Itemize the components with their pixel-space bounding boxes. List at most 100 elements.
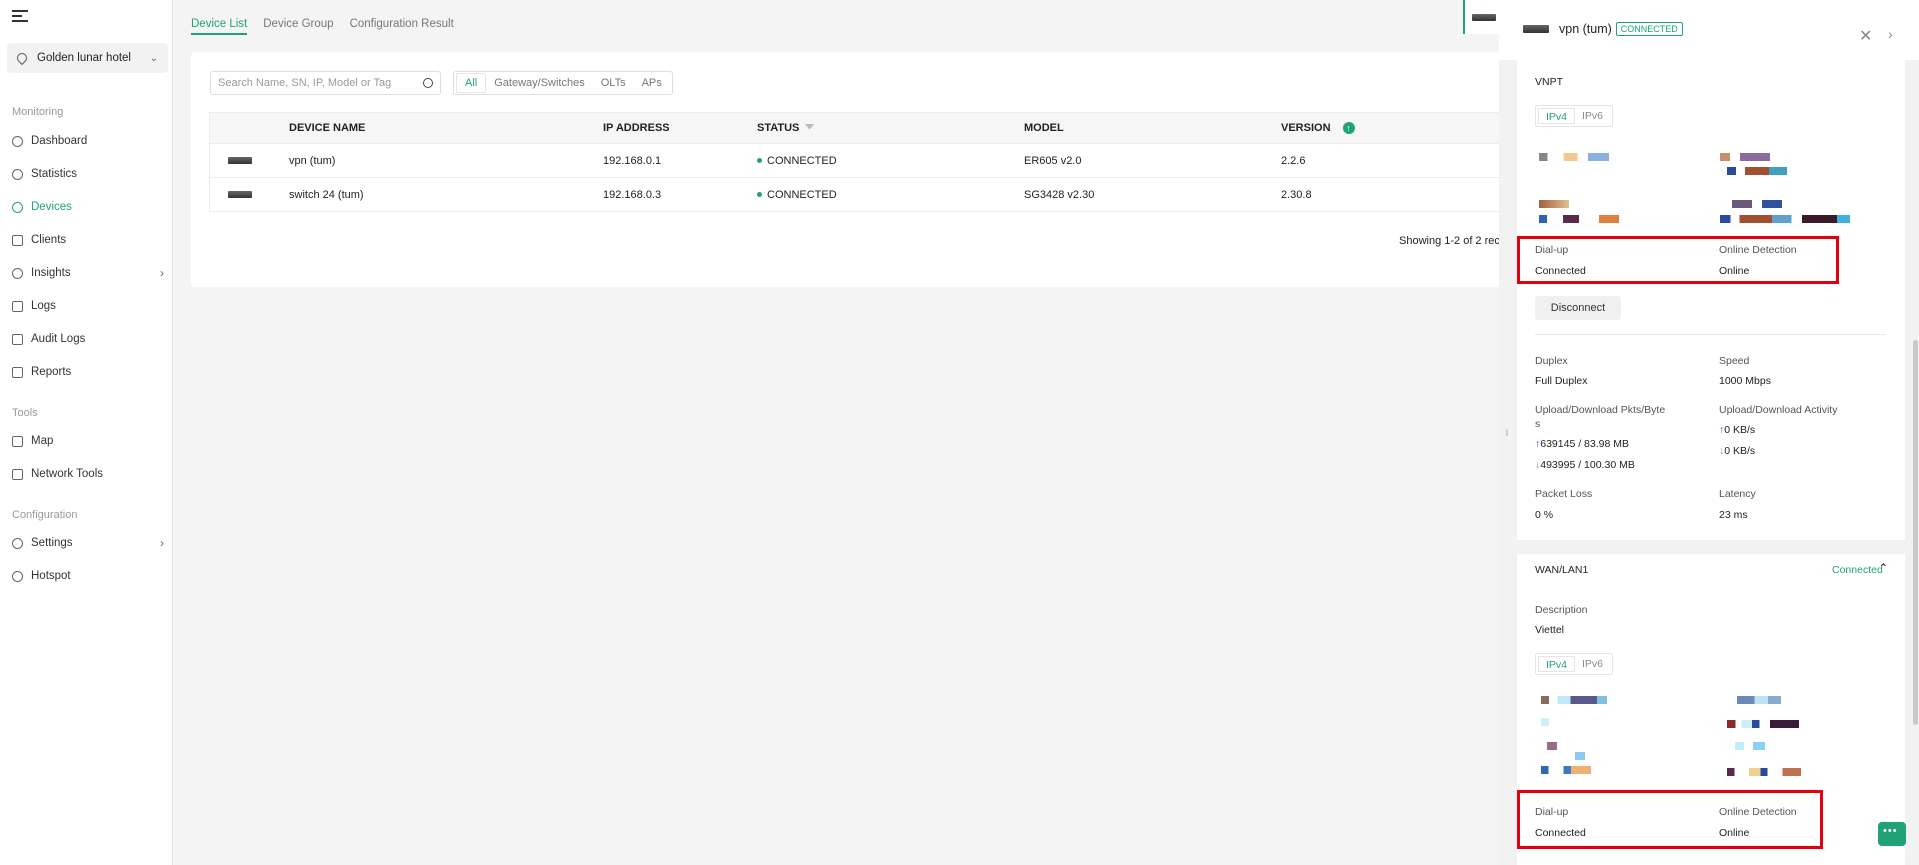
sidebar-item-label: Network Tools [31, 468, 104, 480]
search-icon[interactable] [423, 78, 433, 88]
table-header: DEVICE NAME IP ADDRESS STATUS MODEL VERS… [210, 113, 1521, 143]
upgrade-icon[interactable]: ↑ [1342, 122, 1355, 134]
chevron-right-icon: › [160, 266, 164, 280]
filter-gateway-switches[interactable]: Gateway/Switches [486, 74, 592, 92]
map-icon [12, 435, 23, 447]
redacted-ip [1727, 167, 1787, 175]
packet-loss-label: Packet Loss [1535, 488, 1593, 500]
status-dot-icon [757, 158, 762, 163]
cell-version: 2.30.8 [1281, 188, 1312, 201]
drawer-title: vpn (tum) [1559, 22, 1612, 36]
table-row[interactable]: vpn (tum) 192.168.0.1 CONNECTED ER605 v2… [210, 143, 1521, 177]
collapse-icon[interactable]: ⌃ [1879, 562, 1888, 574]
sidebar-item-statistics[interactable]: Statistics [12, 164, 164, 184]
sidebar-item-label: Logs [31, 300, 56, 312]
wan-lan1-name: WAN/LAN1 [1535, 564, 1589, 576]
tab-device-list[interactable]: Device List [191, 18, 248, 35]
filter-icon[interactable] [805, 124, 815, 132]
sidebar-item-insights[interactable]: Insights › [12, 263, 164, 283]
tab-device-group[interactable]: Device Group [263, 18, 333, 35]
activity-upload-value: 0 KB/s [1724, 424, 1756, 436]
description-value: Viettel [1535, 624, 1564, 636]
sidebar-item-hotspot[interactable]: Hotspot [12, 566, 164, 586]
sidebar-item-label: Clients [31, 234, 67, 246]
cell-version: 2.2.6 [1281, 154, 1306, 167]
chat-icon[interactable] [1878, 822, 1906, 846]
sidebar-item-label: Statistics [31, 168, 78, 180]
site-selector[interactable]: Golden lunar hotel ⌄ [7, 43, 168, 73]
disconnect-button[interactable]: Disconnect [1535, 296, 1621, 320]
sidebar-item-label: Reports [31, 366, 72, 378]
filter-all[interactable]: All [456, 73, 487, 93]
sidebar-item-audit-logs[interactable]: Audit Logs [12, 329, 164, 349]
sidebar-item-settings[interactable]: Settings › [12, 533, 164, 553]
scrollbar[interactable] [1913, 340, 1918, 725]
audit-logs-icon [12, 333, 23, 345]
wan-lan1-status: Connected [1832, 564, 1883, 576]
router-icon [1472, 14, 1496, 21]
drawer-header-overlay: vpn (tum) CONNECTED ✕ › [1499, 0, 1919, 58]
logs-icon [12, 300, 23, 312]
pkts-label: Upload/Download Pkts/Byte [1535, 404, 1666, 416]
tab-ipv6[interactable]: IPv6 [1575, 108, 1610, 124]
packet-loss-value: 0 % [1535, 509, 1554, 521]
latency-label: Latency [1719, 488, 1756, 500]
redacted-ip [1727, 768, 1801, 776]
chevron-right-icon[interactable]: › [1888, 26, 1893, 42]
resize-handle[interactable]: ‖ [1505, 428, 1509, 438]
speed-label: Speed [1719, 355, 1750, 367]
activity-download-value: 0 KB/s [1724, 445, 1756, 457]
header-ip-address[interactable]: IP ADDRESS [603, 122, 757, 134]
chevron-right-icon: › [160, 536, 164, 550]
sidebar-item-label: Hotspot [31, 570, 71, 582]
wan-panel: VNPT IPv4 IPv6 Dial-up Connected Online … [1517, 50, 1905, 540]
device-type-filter: All Gateway/Switches OLTs APs [453, 71, 673, 95]
sidebar-item-dashboard[interactable]: Dashboard [12, 131, 164, 151]
tab-ipv4[interactable]: IPv4 [1538, 108, 1576, 124]
pkts-upload-value: 639145 / 83.98 MB [1540, 438, 1629, 450]
pkts-download-value: 493995 / 100.30 MB [1540, 459, 1635, 471]
sidebar-item-network-tools[interactable]: Network Tools [12, 464, 164, 484]
sidebar-item-label: Dashboard [31, 135, 88, 147]
menu-toggle-icon[interactable] [12, 10, 28, 24]
wan-lan1-panel: WAN/LAN1 Connected ⌃ Description Viettel… [1517, 554, 1905, 865]
divider [1535, 334, 1886, 335]
chevron-down-icon: ⌄ [149, 52, 158, 64]
header-version-label: VERSION [1281, 122, 1331, 134]
sidebar-item-map[interactable]: Map [12, 431, 164, 451]
device-tabs: Device List Device Group Configuration R… [191, 18, 454, 35]
device-list-card: Search Name, SN, IP, Model or Tag All Ga… [191, 52, 1521, 287]
tab-ipv6[interactable]: IPv6 [1575, 656, 1610, 672]
header-device-name[interactable]: DEVICE NAME [289, 122, 603, 134]
redacted-ip [1541, 696, 1607, 704]
description-label: Description [1535, 604, 1588, 616]
filter-aps[interactable]: APs [634, 74, 670, 92]
gear-icon [12, 537, 23, 549]
cell-model: SG3428 v2.30 [1024, 188, 1095, 201]
sidebar-item-logs[interactable]: Logs [12, 296, 164, 316]
redacted-ip [1575, 752, 1585, 760]
table-row[interactable]: switch 24 (tum) 192.168.0.3 CONNECTED SG… [210, 177, 1521, 211]
close-icon[interactable]: ✕ [1859, 26, 1872, 46]
tab-ipv4[interactable]: IPv4 [1538, 656, 1576, 672]
sidebar-item-reports[interactable]: Reports [12, 362, 164, 382]
tab-configuration-result[interactable]: Configuration Result [350, 18, 454, 35]
filter-olts[interactable]: OLTs [593, 74, 634, 92]
status-dot-icon [757, 192, 762, 197]
router-icon [1523, 25, 1549, 33]
sidebar-item-clients[interactable]: Clients [12, 230, 164, 250]
search-input[interactable]: Search Name, SN, IP, Model or Tag [210, 71, 441, 95]
statistics-icon [12, 168, 23, 180]
cell-status: CONNECTED [767, 154, 837, 167]
lightbulb-icon [12, 267, 23, 279]
location-pin-icon [14, 50, 30, 66]
header-model[interactable]: MODEL [1024, 122, 1281, 134]
header-status[interactable]: STATUS [757, 122, 1024, 134]
sidebar-item-devices[interactable]: Devices [12, 197, 164, 217]
hotspot-icon [12, 570, 23, 582]
device-thumbnail[interactable] [1463, 0, 1499, 34]
latency-value: 23 ms [1719, 509, 1748, 521]
header-version[interactable]: VERSION ↑ [1281, 122, 1521, 134]
speed-value: 1000 Mbps [1719, 375, 1771, 387]
cell-model: ER605 v2.0 [1024, 154, 1082, 167]
